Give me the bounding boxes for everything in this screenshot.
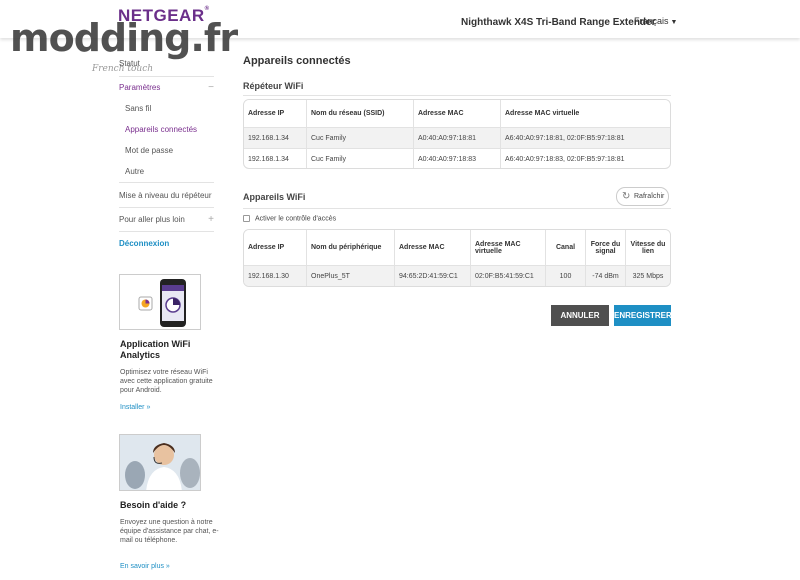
cell-mac: A0:40:A0:97:18:81	[414, 127, 501, 148]
cell-mac: 94:65:2D:41:59:C1	[395, 265, 471, 286]
access-control-option: Activer le contrôle d'accès	[243, 215, 336, 222]
nav-more[interactable]: Pour aller plus loin +	[119, 207, 214, 231]
nav-wireless[interactable]: Sans fil	[119, 98, 214, 119]
cancel-button[interactable]: ANNULER	[551, 305, 609, 326]
access-control-label: Activer le contrôle d'accès	[255, 215, 337, 223]
cell-device-name: OnePlus_5T	[307, 265, 395, 286]
column-header: Adresse MAC virtuelle	[501, 100, 670, 127]
nav-upgrade[interactable]: Mise à niveau du répéteur	[119, 182, 214, 207]
column-header: Vitesse du lien	[626, 230, 670, 265]
refresh-button[interactable]: ↻ Rafraîchir	[616, 187, 669, 206]
nav-password[interactable]: Mot de passe	[119, 140, 214, 161]
watermark: modding.fr	[10, 16, 238, 60]
cell-link-speed: 325 Mbps	[626, 265, 670, 286]
product-name: Nighthawk X4S Tri-Band Range Extender	[461, 17, 656, 28]
nav-more-label: Pour aller plus loin	[119, 215, 185, 224]
cell-virtual-mac: A6:40:A0:97:18:83, 02:0F:B5:97:18:81	[501, 148, 670, 168]
column-header: Nom du périphérique	[307, 230, 395, 265]
learn-more-link[interactable]: En savoir plus »	[120, 563, 170, 570]
table-header-row: Adresse IP Nom du réseau (SSID) Adresse …	[244, 100, 670, 127]
cell-virtual-mac: A6:40:A0:97:18:81, 02:0F:B5:97:18:81	[501, 127, 670, 148]
nav-settings[interactable]: Paramètres −	[119, 76, 214, 98]
section-divider	[243, 208, 671, 209]
cell-ssid: Cuc Family	[307, 127, 414, 148]
column-header: Adresse MAC virtuelle	[471, 230, 546, 265]
logo-registered-mark: ®	[204, 6, 210, 12]
help-promo-text: Envoyez une question à notre équipe d'as…	[120, 519, 219, 544]
column-header: Adresse IP	[244, 100, 307, 127]
repeater-table: Adresse IP Nom du réseau (SSID) Adresse …	[243, 99, 671, 169]
nav-connected-devices[interactable]: Appareils connectés	[119, 119, 214, 140]
table-row: 192.168.1.34 Cuc Family A0:40:A0:97:18:8…	[244, 148, 670, 168]
save-button[interactable]: ENREGISTRER	[614, 305, 672, 326]
cell-ip: 192.168.1.30	[244, 265, 307, 286]
column-header: Adresse IP	[244, 230, 307, 265]
nav-other[interactable]: Autre	[119, 161, 214, 182]
column-header: Adresse MAC	[414, 100, 501, 127]
support-agent-icon	[120, 435, 200, 490]
table-row: 192.168.1.30 OnePlus_5T 94:65:2D:41:59:C…	[244, 265, 670, 286]
repeater-section-title: Répéteur WiFi	[243, 81, 304, 91]
refresh-icon: ↻	[622, 191, 631, 202]
refresh-label: Rafraîchir	[634, 193, 665, 200]
cell-mac: A0:40:A0:97:18:83	[414, 148, 501, 168]
nav-logout[interactable]: Déconnexion	[119, 231, 214, 255]
cell-ip: 192.168.1.34	[244, 127, 307, 148]
cell-ip: 192.168.1.34	[244, 148, 307, 168]
wifi-devices-section-title: Appareils WiFi	[243, 192, 306, 202]
cell-signal: -74 dBm	[586, 265, 626, 286]
column-header: Canal	[546, 230, 586, 265]
expand-icon[interactable]: +	[208, 208, 214, 232]
table-row: 192.168.1.34 Cuc Family A0:40:A0:97:18:8…	[244, 127, 670, 148]
install-link[interactable]: Installer »	[120, 404, 150, 411]
nav-status[interactable]: Statut	[119, 56, 214, 76]
sidebar: Statut Paramètres − Sans fil Appareils c…	[119, 56, 214, 255]
app-promo-image	[119, 274, 201, 330]
access-control-checkbox[interactable]	[243, 215, 250, 222]
column-header: Adresse MAC	[395, 230, 471, 265]
language-label: Français	[634, 16, 669, 26]
language-selector[interactable]: Français ▼	[634, 16, 677, 26]
table-header-row: Adresse IP Nom du périphérique Adresse M…	[244, 230, 670, 265]
cell-channel: 100	[546, 265, 586, 286]
column-header: Nom du réseau (SSID)	[307, 100, 414, 127]
app-promo-text: Optimisez votre réseau WiFi avec cette a…	[120, 369, 213, 394]
app-promo-title: Application WiFi Analytics	[120, 339, 191, 360]
help-promo-title: Besoin d'aide ?	[120, 500, 187, 510]
caret-down-icon: ▼	[670, 19, 678, 26]
phone-app-icon	[138, 279, 186, 327]
cell-virtual-mac: 02:0F:B5:41:59:C1	[471, 265, 546, 286]
collapse-icon[interactable]: −	[208, 77, 214, 99]
page-title: Appareils connectés	[243, 55, 351, 67]
cell-ssid: Cuc Family	[307, 148, 414, 168]
help-promo-image	[119, 434, 201, 491]
wifi-devices-table: Adresse IP Nom du périphérique Adresse M…	[243, 229, 671, 287]
section-divider	[243, 95, 671, 96]
nav-settings-label: Paramètres	[119, 83, 161, 92]
column-header: Force du signal	[586, 230, 626, 265]
